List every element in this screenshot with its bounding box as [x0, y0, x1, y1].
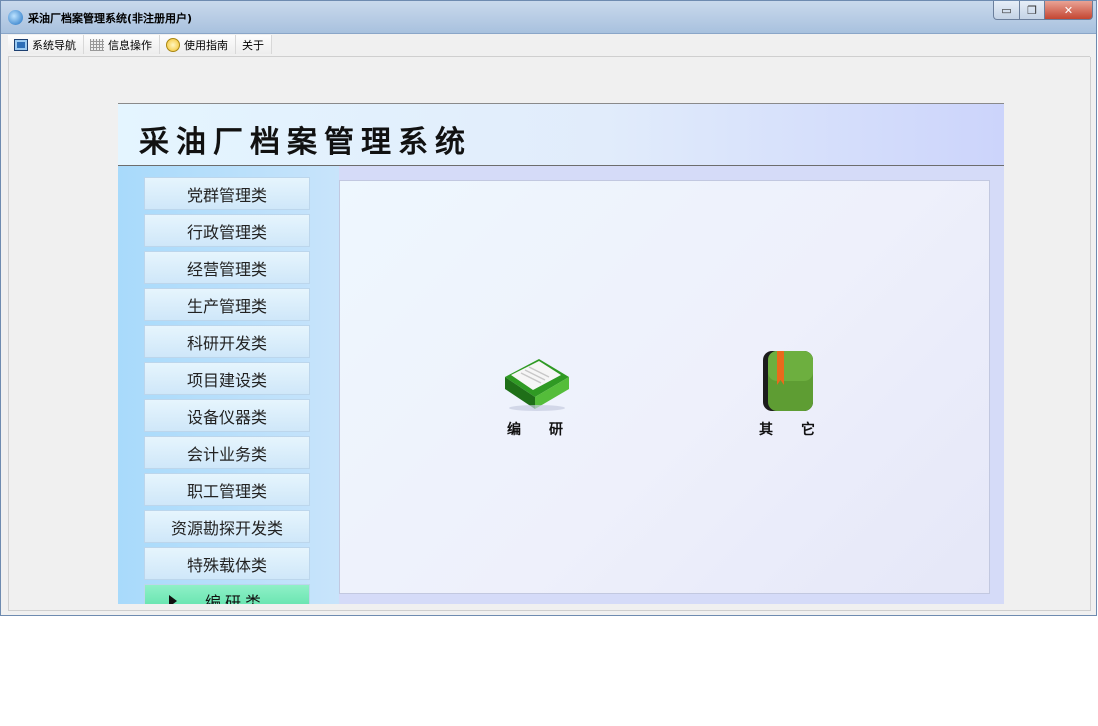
- menu-item-info-ops[interactable]: 信息操作: [84, 35, 160, 54]
- sidebar-item-equipment[interactable]: 设备仪器类: [144, 399, 310, 432]
- sidebar-item-party[interactable]: 党群管理类: [144, 177, 310, 210]
- sidebar-item-project[interactable]: 项目建设类: [144, 362, 310, 395]
- sidebar-item-accounting[interactable]: 会计业务类: [144, 436, 310, 469]
- sidebar-item-compilation[interactable]: 编研类: [144, 584, 310, 604]
- archive-app-panel: 采油厂档案管理系统 党群管理类 行政管理类 经营管理类 生产管理类 科研开发类 …: [118, 103, 1004, 604]
- grid-icon: [90, 38, 104, 51]
- minimize-button[interactable]: ▭: [993, 1, 1020, 20]
- arrow-right-icon: [169, 594, 177, 604]
- green-notebook-icon: [753, 349, 821, 411]
- menu-bar: 系统导航 信息操作 使用指南 关于: [8, 35, 272, 55]
- menu-item-label: 信息操作: [108, 38, 152, 52]
- tile-compilation[interactable]: 编 研: [500, 349, 570, 439]
- sidebar-item-research[interactable]: 科研开发类: [144, 325, 310, 358]
- tile-label: 其 它: [759, 422, 815, 438]
- menu-item-about[interactable]: 关于: [236, 35, 272, 54]
- divider: [8, 610, 1091, 611]
- sidebar-item-admin[interactable]: 行政管理类: [144, 214, 310, 247]
- sidebar-item-business[interactable]: 经营管理类: [144, 251, 310, 284]
- menu-item-system-nav[interactable]: 系统导航: [8, 35, 84, 54]
- maximize-button[interactable]: ❐: [1019, 1, 1045, 20]
- window-title: 采油厂档案管理系统(非注册用户): [28, 12, 193, 25]
- app-header: 采油厂档案管理系统: [118, 103, 1004, 166]
- menu-item-label: 关于: [242, 38, 264, 52]
- sidebar-item-exploration[interactable]: 资源勘探开发类: [144, 510, 310, 543]
- content-panel: 编 研 其 它: [339, 180, 990, 594]
- page-title: 采油厂档案管理系统: [139, 125, 472, 160]
- lightbulb-icon: [166, 37, 180, 52]
- green-book-icon: [501, 349, 569, 411]
- app-logo-icon: [8, 10, 23, 25]
- content-area: 编 研 其 它: [339, 166, 1004, 604]
- category-sidebar: 党群管理类 行政管理类 经营管理类 生产管理类 科研开发类 项目建设类 设备仪器…: [118, 166, 339, 604]
- tile-other[interactable]: 其 它: [752, 349, 822, 439]
- monitor-icon: [14, 38, 28, 51]
- menu-item-label: 使用指南: [184, 38, 228, 52]
- menu-item-guide[interactable]: 使用指南: [160, 35, 236, 54]
- sidebar-item-special-media[interactable]: 特殊载体类: [144, 547, 310, 580]
- menu-item-label: 系统导航: [32, 38, 76, 52]
- divider: [1090, 57, 1091, 611]
- sidebar-item-production[interactable]: 生产管理类: [144, 288, 310, 321]
- divider: [8, 57, 9, 611]
- sidebar-item-label: 编研类: [205, 592, 266, 605]
- close-button[interactable]: ✕: [1044, 1, 1093, 20]
- title-bar[interactable]: 采油厂档案管理系统(非注册用户): [1, 1, 1096, 34]
- divider: [8, 56, 1090, 57]
- sidebar-item-staff[interactable]: 职工管理类: [144, 473, 310, 506]
- tile-label: 编 研: [507, 422, 563, 438]
